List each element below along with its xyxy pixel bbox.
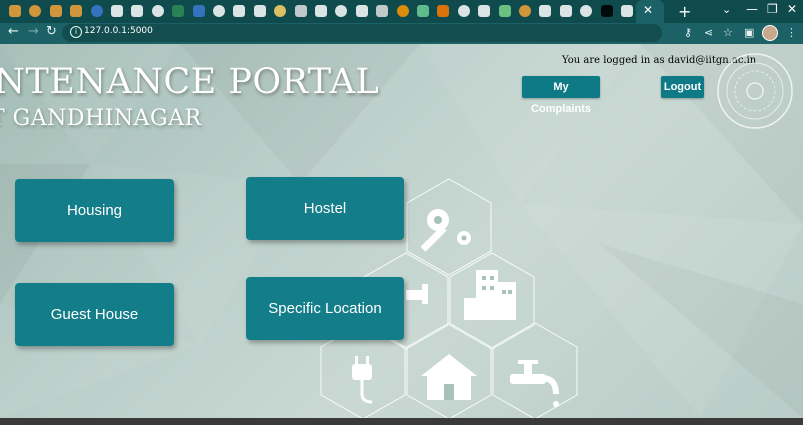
browser-tab[interactable] — [519, 5, 531, 17]
browser-toolbar: ← → ↻ i 127.0.0.1:5000 ⚷ ⋖ ☆ ▣ ⋮ — [0, 23, 803, 44]
page-content: INTENANCE PORTAL T GANDHINAGAR You are l… — [0, 44, 803, 418]
browser-tab[interactable] — [90, 5, 103, 17]
browser-tab[interactable] — [111, 5, 123, 17]
address-bar[interactable]: i 127.0.0.1:5000 — [62, 24, 662, 42]
browser-tab[interactable] — [274, 5, 287, 17]
browser-tab[interactable] — [580, 5, 593, 17]
browser-tab[interactable] — [376, 5, 389, 17]
browser-tab[interactable] — [600, 5, 613, 17]
info-icon[interactable]: i — [70, 26, 82, 38]
browser-tab[interactable] — [29, 5, 42, 17]
browser-tab[interactable] — [335, 5, 348, 17]
browser-tab[interactable] — [172, 5, 185, 17]
chevron-down-icon[interactable]: ⌄ — [722, 3, 731, 16]
browser-tab[interactable] — [49, 5, 62, 17]
electric-plug-icon — [352, 356, 373, 404]
close-tab-icon[interactable]: ✕ — [643, 3, 653, 17]
new-tab-button[interactable]: + — [678, 2, 691, 21]
minimize-button[interactable]: — — [746, 2, 758, 16]
browser-tab[interactable] — [396, 5, 409, 17]
reload-icon[interactable]: ↻ — [46, 24, 57, 39]
browser-tab[interactable] — [498, 5, 511, 17]
browser-tab[interactable] — [192, 5, 205, 17]
forward-arrow-icon[interactable]: → — [28, 24, 39, 39]
browser-tab[interactable] — [457, 5, 470, 17]
close-window-button[interactable]: ✕ — [787, 2, 797, 16]
browser-tab[interactable] — [355, 5, 368, 17]
browser-tab[interactable] — [417, 5, 429, 17]
hostel-tile[interactable]: Hostel — [246, 177, 404, 240]
water-tap-icon — [510, 360, 559, 407]
housing-tile[interactable]: Housing — [15, 179, 174, 242]
url-text[interactable]: 127.0.0.1:5000 — [84, 26, 153, 36]
back-arrow-icon[interactable]: ← — [8, 24, 19, 39]
browser-tab[interactable] — [213, 5, 225, 17]
browser-tab[interactable] — [315, 5, 327, 17]
bookmark-star-icon[interactable]: ☆ — [723, 26, 733, 39]
side-panel-icon[interactable]: ▣ — [744, 26, 754, 39]
gears-wrench-icon — [420, 209, 471, 252]
browser-tab[interactable] — [294, 5, 307, 17]
maximize-button[interactable]: ❐ — [767, 2, 778, 16]
browser-tab[interactable] — [9, 5, 21, 17]
my-complaints-button[interactable]: My Complaints — [522, 76, 600, 115]
browser-tab[interactable] — [478, 5, 491, 17]
page-subtitle: T GANDHINAGAR — [0, 106, 202, 131]
bed-icon — [406, 284, 428, 304]
bottom-edge — [0, 418, 803, 425]
browser-tab[interactable] — [151, 5, 164, 17]
browser-tab[interactable] — [559, 5, 572, 17]
profile-avatar[interactable] — [762, 25, 778, 41]
logout-button[interactable]: Logout — [661, 76, 704, 98]
browser-tab[interactable] — [253, 5, 266, 17]
building-icon — [464, 270, 516, 320]
menu-kebab-icon[interactable]: ⋮ — [786, 26, 797, 39]
browser-tab[interactable] — [621, 5, 633, 17]
key-icon[interactable]: ⚷ — [684, 26, 692, 39]
share-icon[interactable]: ⋖ — [704, 26, 713, 39]
house-icon — [421, 354, 477, 400]
browser-tab[interactable] — [70, 5, 83, 17]
browser-tab[interactable] — [437, 5, 450, 17]
browser-tab[interactable] — [539, 5, 552, 17]
specific-location-tile[interactable]: Specific Location — [246, 277, 404, 340]
browser-tab[interactable] — [233, 5, 246, 17]
institute-logo — [717, 53, 793, 129]
active-tab[interactable]: ✕ — [636, 0, 664, 23]
browser-tab[interactable] — [131, 5, 144, 17]
page-title: INTENANCE PORTAL — [0, 62, 380, 102]
guest-house-tile[interactable]: Guest House — [15, 283, 174, 346]
